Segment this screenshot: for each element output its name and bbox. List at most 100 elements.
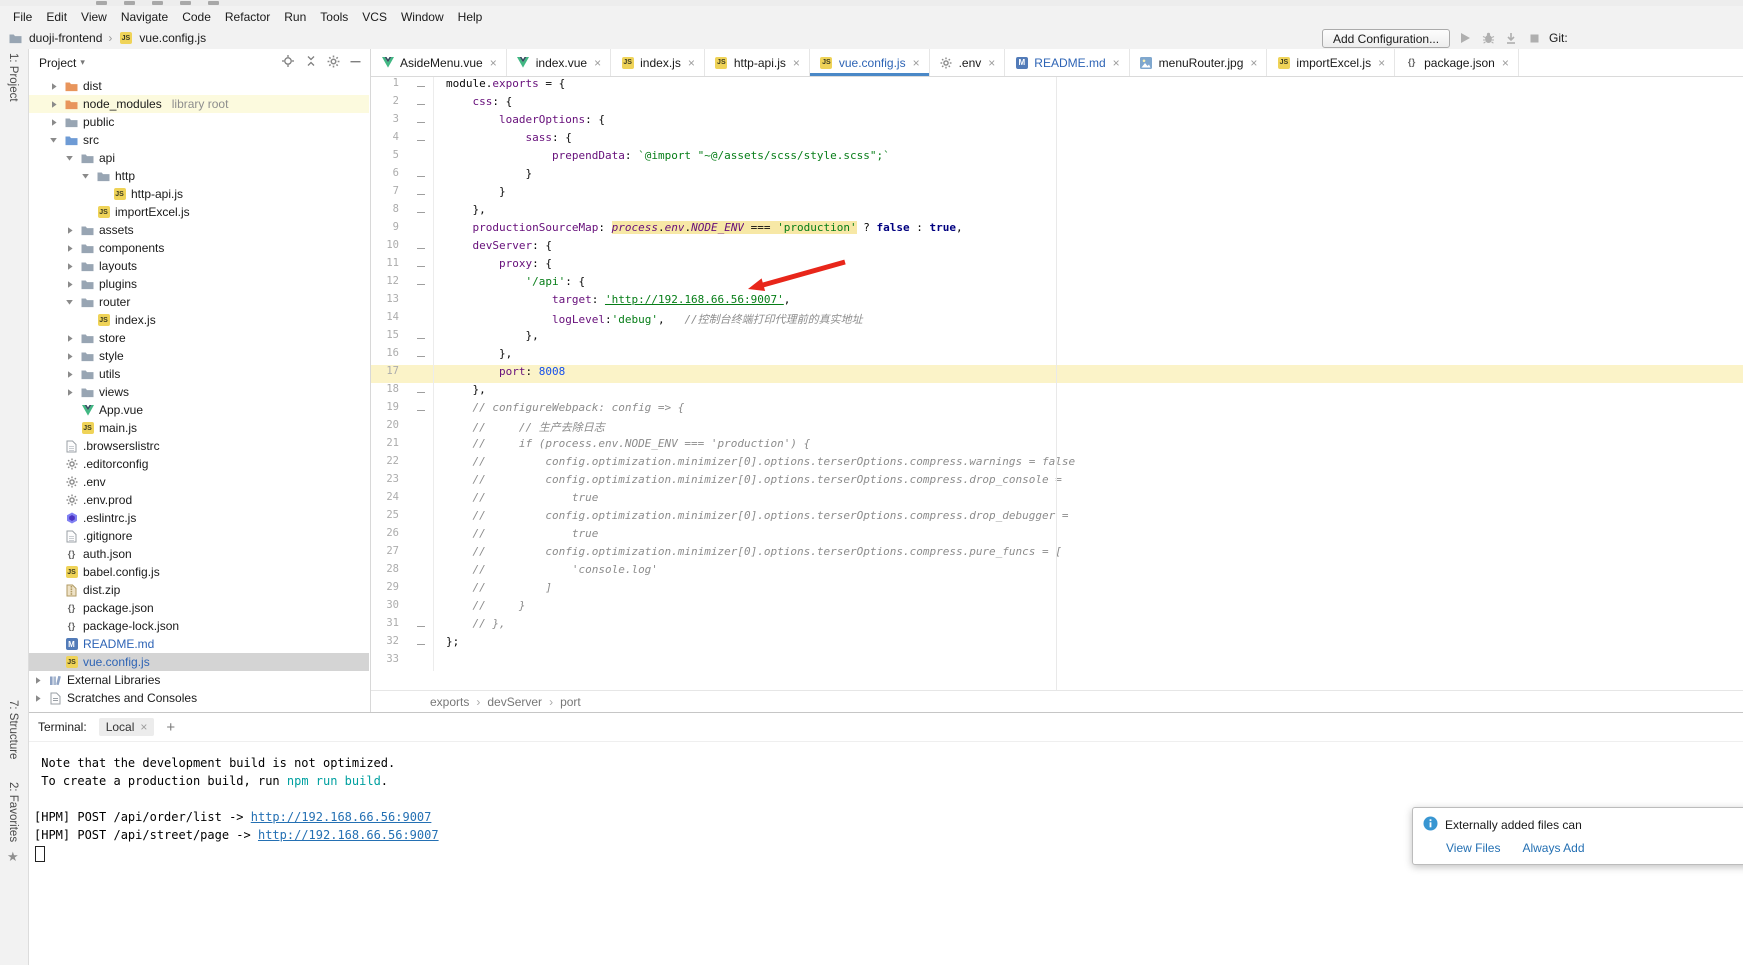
fold-marker[interactable]	[409, 77, 433, 95]
code-line-24[interactable]: 24 // true	[371, 491, 1743, 509]
code-line-15[interactable]: 15 },	[371, 329, 1743, 347]
add-configuration-button[interactable]: Add Configuration...	[1322, 29, 1450, 48]
close-icon[interactable]: ×	[1502, 56, 1509, 70]
code-text[interactable]: // // 生产去除日志	[433, 419, 1743, 437]
tab-index.js[interactable]: JSindex.js×	[611, 49, 705, 76]
tab-package.json[interactable]: {}package.json×	[1395, 49, 1519, 76]
tree-item-http-api.js[interactable]: JShttp-api.js	[29, 185, 369, 203]
line-number[interactable]: 3	[371, 113, 409, 131]
chevron-right-icon[interactable]	[47, 118, 60, 127]
stripe-project-button[interactable]: 1: Project	[7, 53, 19, 102]
code-text[interactable]: logLevel:'debug', //控制台终端打印代理前的真实地址	[433, 311, 1743, 329]
tree-item-package.json[interactable]: {}package.json	[29, 599, 369, 617]
code-text[interactable]: // true	[433, 527, 1743, 545]
update-project-icon[interactable]	[1503, 31, 1519, 45]
tree-item-style[interactable]: style	[29, 347, 369, 365]
tab-asidemenu.vue[interactable]: AsideMenu.vue×	[371, 49, 507, 76]
tree-item-babel.config.js[interactable]: JSbabel.config.js	[29, 563, 369, 581]
terminal-tab-local[interactable]: Local ×	[99, 718, 155, 736]
code-text[interactable]: sass: {	[433, 131, 1743, 149]
menu-edit[interactable]: Edit	[39, 8, 74, 26]
tree-item-package-lock.json[interactable]: {}package-lock.json	[29, 617, 369, 635]
line-number[interactable]: 26	[371, 527, 409, 545]
line-number[interactable]: 11	[371, 257, 409, 275]
code-text[interactable]: // }	[433, 599, 1743, 617]
tree-item-plugins[interactable]: plugins	[29, 275, 369, 293]
tree-item-router[interactable]: router	[29, 293, 369, 311]
chevron-right-icon[interactable]	[63, 280, 76, 289]
code-line-10[interactable]: 10 devServer: {	[371, 239, 1743, 257]
code-line-3[interactable]: 3 loaderOptions: {	[371, 113, 1743, 131]
line-number[interactable]: 33	[371, 653, 409, 671]
tree-item-dist[interactable]: dist	[29, 77, 369, 95]
tree-item-.env[interactable]: .env	[29, 473, 369, 491]
favorites-star-icon[interactable]: ★	[7, 849, 19, 865]
line-number[interactable]: 21	[371, 437, 409, 455]
chevron-down-icon[interactable]	[63, 298, 76, 306]
tab-index.vue[interactable]: index.vue×	[507, 49, 611, 76]
fold-marker[interactable]	[409, 167, 433, 185]
line-number[interactable]: 28	[371, 563, 409, 581]
tree-item-node-modules[interactable]: node_moduleslibrary root	[29, 95, 369, 113]
chevron-right-icon[interactable]	[63, 370, 76, 379]
tab-http-api.js[interactable]: JShttp-api.js×	[705, 49, 810, 76]
line-number[interactable]: 25	[371, 509, 409, 527]
line-number[interactable]: 5	[371, 149, 409, 167]
tree-item-readme.md[interactable]: MREADME.md	[29, 635, 369, 653]
close-icon[interactable]: ×	[1113, 56, 1120, 70]
code-text[interactable]: }	[433, 167, 1743, 185]
new-terminal-tab-button[interactable]: +	[166, 719, 175, 736]
code-line-32[interactable]: 32};	[371, 635, 1743, 653]
code-text[interactable]: devServer: {	[433, 239, 1743, 257]
locate-file-icon[interactable]	[281, 54, 295, 71]
close-icon[interactable]: ×	[688, 56, 695, 70]
code-line-8[interactable]: 8 },	[371, 203, 1743, 221]
fold-marker[interactable]	[409, 185, 433, 203]
code-text[interactable]: module.exports = {	[433, 77, 1743, 95]
close-icon[interactable]: ×	[140, 720, 147, 734]
fold-marker[interactable]	[409, 131, 433, 149]
code-text[interactable]: '/api': {	[433, 275, 1743, 293]
code-line-11[interactable]: 11 proxy: {	[371, 257, 1743, 275]
tab-vue.config.js[interactable]: JSvue.config.js×	[810, 49, 930, 76]
tree-item-components[interactable]: components	[29, 239, 369, 257]
code-line-23[interactable]: 23 // config.optimization.minimizer[0].o…	[371, 473, 1743, 491]
code-line-19[interactable]: 19 // configureWebpack: config => {	[371, 401, 1743, 419]
tab-.env[interactable]: .env×	[930, 49, 1006, 76]
code-text[interactable]: },	[433, 203, 1743, 221]
code-line-28[interactable]: 28 // 'console.log'	[371, 563, 1743, 581]
settings-gear-icon[interactable]	[327, 55, 340, 71]
close-icon[interactable]: ×	[490, 56, 497, 70]
line-number[interactable]: 29	[371, 581, 409, 599]
tree-item-scratches-and-consoles[interactable]: Scratches and Consoles	[29, 689, 369, 707]
line-number[interactable]: 27	[371, 545, 409, 563]
line-number[interactable]: 16	[371, 347, 409, 365]
chevron-down-icon[interactable]	[79, 172, 92, 180]
code-text[interactable]: },	[433, 347, 1743, 365]
tree-item-public[interactable]: public	[29, 113, 369, 131]
fold-marker[interactable]	[409, 275, 433, 293]
code-text[interactable]: productionSourceMap: process.env.NODE_EN…	[433, 221, 1743, 239]
code-line-25[interactable]: 25 // config.optimization.minimizer[0].o…	[371, 509, 1743, 527]
code-text[interactable]: // },	[433, 617, 1743, 635]
code-text[interactable]: };	[433, 635, 1743, 653]
tree-item-vue.config.js[interactable]: JSvue.config.js	[29, 653, 369, 671]
line-number[interactable]: 14	[371, 311, 409, 329]
line-number[interactable]: 24	[371, 491, 409, 509]
menu-help[interactable]: Help	[451, 8, 490, 26]
close-icon[interactable]: ×	[1250, 56, 1257, 70]
collapse-all-icon[interactable]	[304, 54, 318, 71]
code-line-2[interactable]: 2 css: {	[371, 95, 1743, 113]
code-text[interactable]: // config.optimization.minimizer[0].opti…	[433, 509, 1743, 527]
code-line-29[interactable]: 29 // ]	[371, 581, 1743, 599]
code-line-16[interactable]: 16 },	[371, 347, 1743, 365]
chevron-down-icon[interactable]: ▾	[80, 57, 85, 68]
line-number[interactable]: 12	[371, 275, 409, 293]
code-line-33[interactable]: 33	[371, 653, 1743, 671]
code-text[interactable]: },	[433, 383, 1743, 401]
stripe-favorites-button[interactable]: 2: Favorites	[7, 782, 19, 842]
breadcrumb-project[interactable]: duoji-frontend	[29, 31, 102, 45]
line-number[interactable]: 23	[371, 473, 409, 491]
code-text[interactable]: css: {	[433, 95, 1743, 113]
tab-importexcel.js[interactable]: JSimportExcel.js×	[1267, 49, 1395, 76]
